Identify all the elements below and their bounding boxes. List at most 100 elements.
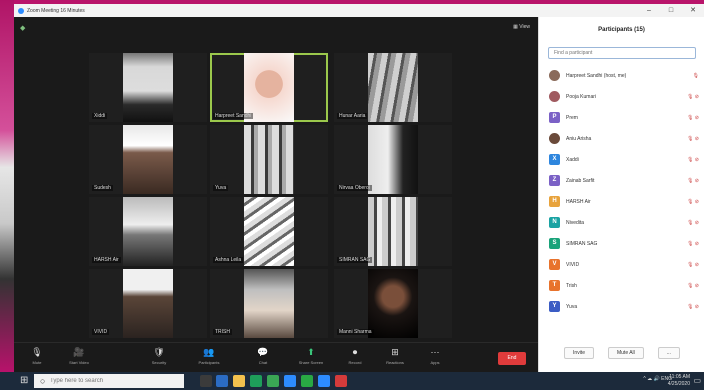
close-button[interactable]: ✕ — [682, 4, 704, 17]
avatar: X — [549, 154, 560, 165]
tile-name-label: Manni Sharma — [337, 329, 374, 335]
participant-name: HARSH Air — [566, 198, 591, 205]
mute-all-button[interactable]: Mute All — [607, 347, 644, 359]
participant-row[interactable]: Pooja Kumari 🎙 ⊘ — [539, 86, 704, 107]
zoom-taskbar-icon[interactable] — [284, 375, 296, 387]
excel-icon[interactable] — [301, 375, 313, 387]
video-tile[interactable]: Ashna Leila — [210, 197, 328, 266]
shield-icon[interactable]: ◆ — [20, 24, 25, 32]
whatsapp-icon[interactable] — [267, 375, 279, 387]
clock[interactable]: 11:05 AM 4/25/2020 — [668, 374, 690, 388]
participant-row[interactable]: Y Yuva 🎙 ⊘ — [539, 296, 704, 317]
participant-name: Nivedita — [566, 219, 585, 226]
video-tile[interactable]: TRISH — [210, 269, 328, 338]
video-tile[interactable]: Yuva — [210, 125, 328, 194]
video-tile[interactable]: VIVID — [89, 269, 207, 338]
video-tile[interactable]: SIMRAN SAG — [334, 197, 452, 266]
apps-button[interactable]: ⋯ Apps — [418, 346, 452, 365]
video-tile[interactable]: HARSH Air — [89, 197, 207, 266]
participant-row[interactable]: V VIVID 🎙 ⊘ — [539, 254, 704, 275]
video-tile[interactable]: Harpreet Sandhi — [210, 53, 328, 122]
reactions-button[interactable]: ⊞ Reactions — [378, 346, 412, 365]
start-video-button[interactable]: 🎥 Start Video — [62, 346, 96, 365]
edge-icon[interactable] — [216, 375, 228, 387]
tile-name-label: Xiddi — [92, 113, 108, 119]
participant-row[interactable]: T Trish 🎙 ⊘ — [539, 275, 704, 296]
chrome-icon[interactable] — [250, 375, 262, 387]
video-tile[interactable]: Manni Sharma — [334, 269, 452, 338]
file-explorer-icon[interactable] — [233, 375, 245, 387]
maximize-button[interactable]: □ — [660, 4, 682, 17]
participant-row[interactable]: Z Zainab Sarfit 🎙 ⊘ — [539, 170, 704, 191]
minimize-button[interactable]: – — [638, 4, 660, 17]
chat-button[interactable]: 💬 Chat — [246, 346, 280, 365]
invite-button[interactable]: Invite — [564, 347, 594, 359]
participant-video — [123, 197, 173, 266]
mic-muted-icon[interactable]: 🎙 ⊘ — [687, 136, 699, 142]
participant-row[interactable]: Harpreet Sandhi (host, me) 🎙 — [539, 65, 704, 86]
mute-button[interactable]: 🎙 Mute — [20, 346, 54, 365]
mic-muted-icon[interactable]: 🎙 ⊘ — [687, 115, 699, 121]
participant-video — [368, 53, 418, 122]
participants-panel: Participants (15) Harpreet Sandhi (host,… — [538, 17, 704, 372]
media-icon[interactable] — [335, 375, 347, 387]
mic-muted-icon[interactable]: 🎙 ⊘ — [687, 178, 699, 184]
record-button[interactable]: ⏺ Record — [338, 346, 372, 365]
panel-title: Participants (15) — [598, 27, 645, 33]
mic-muted-icon[interactable]: 🎙 ⊘ — [687, 283, 699, 289]
security-button[interactable]: 🛡 Security — [142, 346, 176, 365]
search-icon: ○ — [40, 376, 46, 386]
tile-name-label: TRISH — [213, 329, 232, 335]
video-tile[interactable]: Xiddi — [89, 53, 207, 122]
taskbar-search-input[interactable] — [34, 374, 184, 388]
participants-label: Participants — [198, 360, 220, 365]
video-tile[interactable]: Sudesh — [89, 125, 207, 194]
mic-muted-icon[interactable]: 🎙 ⊘ — [687, 220, 699, 226]
tile-name-label: Hunar Aaria — [337, 113, 368, 119]
avatar — [549, 70, 560, 81]
participant-row[interactable]: H HARSH Air 🎙 ⊘ — [539, 191, 704, 212]
meeting-icon[interactable] — [318, 375, 330, 387]
panel-footer: Invite Mute All ... — [539, 347, 704, 359]
tile-name-label: VIVID — [92, 329, 110, 335]
share-screen-icon: ⬆ — [307, 347, 315, 357]
participant-row[interactable]: P Prem 🎙 ⊘ — [539, 107, 704, 128]
participant-name: Prem — [566, 114, 578, 121]
end-meeting-button[interactable]: End — [498, 352, 526, 365]
participant-row[interactable]: S SIMRAN SAG 🎙 ⊘ — [539, 233, 704, 254]
reactions-icon: ⊞ — [391, 347, 399, 357]
participant-name: SIMRAN SAG — [566, 240, 598, 247]
task-view-icon[interactable] — [200, 375, 212, 387]
participant-video — [244, 125, 294, 194]
avatar — [549, 91, 560, 102]
mute-icon: 🎙 — [31, 347, 43, 357]
participants-button[interactable]: 👥 Participants — [192, 346, 226, 365]
mic-muted-icon[interactable]: 🎙 — [693, 73, 699, 79]
avatar: V — [549, 259, 560, 270]
video-tile[interactable]: Nirvaa Oberoi — [334, 125, 452, 194]
participant-name: Aniu Arisha — [566, 135, 592, 142]
mic-muted-icon[interactable]: 🎙 ⊘ — [687, 262, 699, 268]
mic-muted-icon[interactable]: 🎙 ⊘ — [687, 157, 699, 163]
participant-row[interactable]: Aniu Arisha 🎙 ⊘ — [539, 128, 704, 149]
reactions-label: Reactions — [386, 360, 404, 365]
view-button[interactable]: ▦ View — [513, 24, 530, 30]
record-icon: ⏺ — [352, 347, 358, 357]
tile-name-label: Yuva — [213, 185, 229, 191]
more-button[interactable]: ... — [657, 347, 680, 359]
share-screen-button[interactable]: ⬆ Share Screen — [294, 346, 328, 365]
participant-row[interactable]: N Nivedita 🎙 ⊘ — [539, 212, 704, 233]
start-video-label: Start Video — [69, 360, 89, 365]
participant-row[interactable]: X Xaddi 🎙 ⊘ — [539, 149, 704, 170]
mic-muted-icon[interactable]: 🎙 ⊘ — [687, 241, 699, 247]
participant-video — [244, 197, 294, 266]
windows-start-icon[interactable]: ⊞ — [20, 375, 28, 387]
mic-muted-icon[interactable]: 🎙 ⊘ — [687, 304, 699, 310]
mic-muted-icon[interactable]: 🎙 ⊘ — [687, 94, 699, 100]
security-label: Security — [151, 360, 167, 365]
avatar: S — [549, 238, 560, 249]
notification-icon[interactable]: ▭ — [693, 376, 701, 385]
video-tile[interactable]: Hunar Aaria — [334, 53, 452, 122]
mic-muted-icon[interactable]: 🎙 ⊘ — [687, 199, 699, 205]
participant-search-input[interactable] — [548, 47, 696, 59]
